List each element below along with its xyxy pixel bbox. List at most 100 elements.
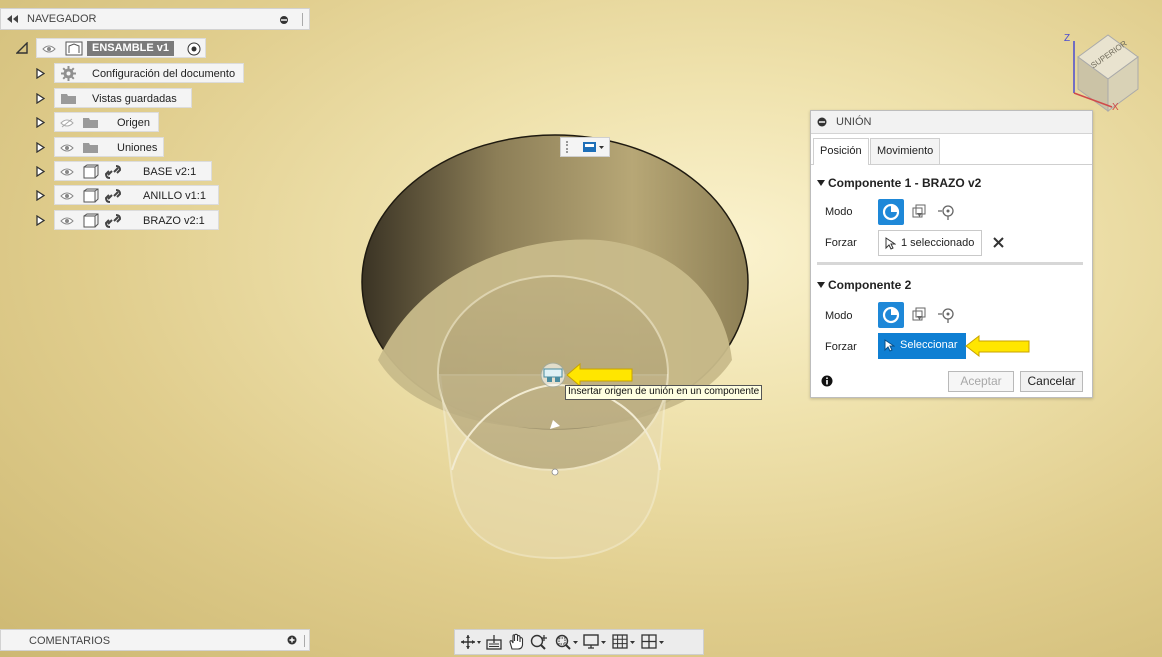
navigator-title: NAVEGADOR	[27, 13, 97, 25]
zoom-icon[interactable]	[529, 633, 549, 651]
eye-icon[interactable]	[60, 167, 74, 177]
snap-selection-field[interactable]: 1 seleccionado	[878, 230, 982, 256]
grid-icon[interactable]	[612, 633, 638, 651]
component-icon	[83, 188, 99, 203]
link-icon	[105, 164, 121, 180]
snap-label: Forzar	[825, 237, 857, 249]
two-edge-intersection-button[interactable]	[934, 302, 960, 328]
display-mode-icon[interactable]	[583, 142, 605, 153]
look-at-icon[interactable]	[485, 634, 503, 651]
tree-item-base-box[interactable]: BASE v2:1	[54, 161, 212, 181]
tree-root-label: ENSAMBLE v1	[87, 41, 175, 56]
select-button[interactable]: Seleccionar	[878, 333, 966, 359]
component1-title[interactable]: Componente 1 - BRAZO v2	[828, 176, 981, 190]
tab-motion[interactable]: Movimiento	[870, 138, 941, 164]
link-icon	[105, 188, 121, 204]
tree-item-ring[interactable]: ANILLO v1:1	[36, 185, 221, 205]
activate-radio-icon[interactable]	[187, 42, 201, 56]
tree-item-label: ANILLO v1:1	[143, 190, 206, 202]
viewcube[interactable]: SUPERIOR Z X	[1060, 25, 1150, 115]
tree-root[interactable]: ENSAMBLE v1	[16, 38, 211, 58]
ok-button[interactable]: Aceptar	[948, 371, 1014, 392]
comments-title: COMENTARIOS	[29, 635, 111, 647]
folder-icon	[83, 142, 98, 153]
tree-item-ring-box[interactable]: ANILLO v1:1	[54, 185, 219, 205]
section-arrow-icon[interactable]	[817, 180, 825, 187]
tree-item-origin[interactable]: Origen	[36, 112, 161, 132]
tree-item-joints[interactable]: Uniones	[36, 137, 166, 157]
snap-value: 1 seleccionado	[901, 237, 975, 249]
tree-item-base[interactable]: BASE v2:1	[36, 161, 214, 181]
tree-item-config[interactable]: Configuración del documento	[36, 63, 246, 83]
highlight-arrow-panel	[965, 335, 1031, 357]
axis-x-label: X	[1112, 102, 1119, 113]
fit-icon[interactable]	[554, 633, 580, 651]
assembly-icon	[65, 41, 83, 56]
tree-item-label: Vistas guardadas	[92, 93, 177, 105]
expand-triangle-icon[interactable]	[36, 93, 45, 104]
tree-item-origin-box[interactable]: Origen	[54, 112, 159, 132]
two-edge-intersection-button[interactable]	[934, 199, 960, 225]
expand-triangle-icon[interactable]	[36, 142, 45, 153]
tree-item-arm[interactable]: BRAZO v2:1	[36, 210, 221, 230]
section-divider	[817, 262, 1083, 265]
expand-triangle-icon[interactable]	[36, 117, 45, 128]
tree-item-label: BRAZO v2:1	[143, 215, 205, 227]
expand-triangle-icon[interactable]	[36, 68, 45, 79]
folder-icon	[83, 117, 98, 128]
pan-icon[interactable]	[507, 633, 525, 651]
resize-grip[interactable]	[304, 635, 307, 647]
tree-item-label: Origen	[117, 117, 151, 129]
collapse-triangle-icon[interactable]	[16, 42, 28, 54]
tree-item-label: Configuración del documento	[92, 68, 236, 80]
component2-title[interactable]: Componente 2	[828, 278, 911, 292]
tab-position[interactable]: Posición	[813, 138, 869, 165]
eye-icon[interactable]	[60, 143, 74, 153]
viewports-icon[interactable]	[641, 633, 667, 651]
drag-handle[interactable]	[566, 141, 572, 153]
eye-icon[interactable]	[60, 216, 74, 226]
mode-label: Modo	[825, 310, 853, 322]
between-two-faces-button[interactable]	[906, 199, 932, 225]
select-button-label: Seleccionar	[900, 339, 958, 351]
between-two-faces-button[interactable]	[906, 302, 932, 328]
eye-hidden-icon[interactable]	[60, 118, 74, 128]
simple-mode-button[interactable]	[878, 302, 904, 328]
cursor-icon	[885, 237, 896, 250]
info-icon[interactable]	[821, 375, 833, 387]
component-icon	[83, 164, 99, 179]
comments-bar[interactable]: COMENTARIOS	[0, 629, 310, 651]
panel-header: UNIÓN	[811, 111, 1092, 134]
expand-triangle-icon[interactable]	[36, 215, 45, 226]
joint-origin-icon[interactable]	[540, 362, 566, 388]
tree-item-label: BASE v2:1	[143, 166, 197, 178]
cancel-button[interactable]: Cancelar	[1020, 371, 1083, 392]
cursor-icon	[884, 339, 895, 352]
eye-icon[interactable]	[60, 191, 74, 201]
display-settings-icon[interactable]	[583, 633, 609, 651]
panel-collapse-icon[interactable]	[817, 117, 827, 127]
expand-triangle-icon[interactable]	[36, 166, 45, 177]
component-icon	[83, 213, 99, 228]
section-arrow-icon[interactable]	[817, 282, 825, 289]
joint-panel: UNIÓN Posición Movimiento Componente 1 -…	[810, 110, 1093, 398]
navigation-toolbar	[454, 629, 704, 655]
mini-toolbar	[560, 137, 610, 157]
tree-root-box[interactable]: ENSAMBLE v1	[36, 38, 206, 58]
collapse-panel-icon[interactable]	[6, 14, 20, 24]
navigator-options-icon[interactable]	[279, 15, 289, 25]
add-comment-icon[interactable]	[287, 635, 297, 645]
orbit-icon[interactable]	[460, 634, 482, 651]
tree-item-arm-box[interactable]: BRAZO v2:1	[54, 210, 219, 230]
navigator-header: NAVEGADOR	[0, 8, 310, 30]
tree-item-config-box[interactable]: Configuración del documento	[54, 63, 244, 83]
eye-icon[interactable]	[42, 44, 56, 54]
expand-triangle-icon[interactable]	[36, 190, 45, 201]
simple-mode-button[interactable]	[878, 199, 904, 225]
tree-item-joints-box[interactable]: Uniones	[54, 137, 164, 157]
tree-item-label: Uniones	[117, 142, 158, 154]
clear-selection-icon[interactable]	[993, 237, 1004, 248]
tree-item-saved-views-box[interactable]: Vistas guardadas	[54, 88, 192, 108]
tree-item-saved-views[interactable]: Vistas guardadas	[36, 88, 196, 108]
resize-grip[interactable]	[302, 13, 305, 26]
